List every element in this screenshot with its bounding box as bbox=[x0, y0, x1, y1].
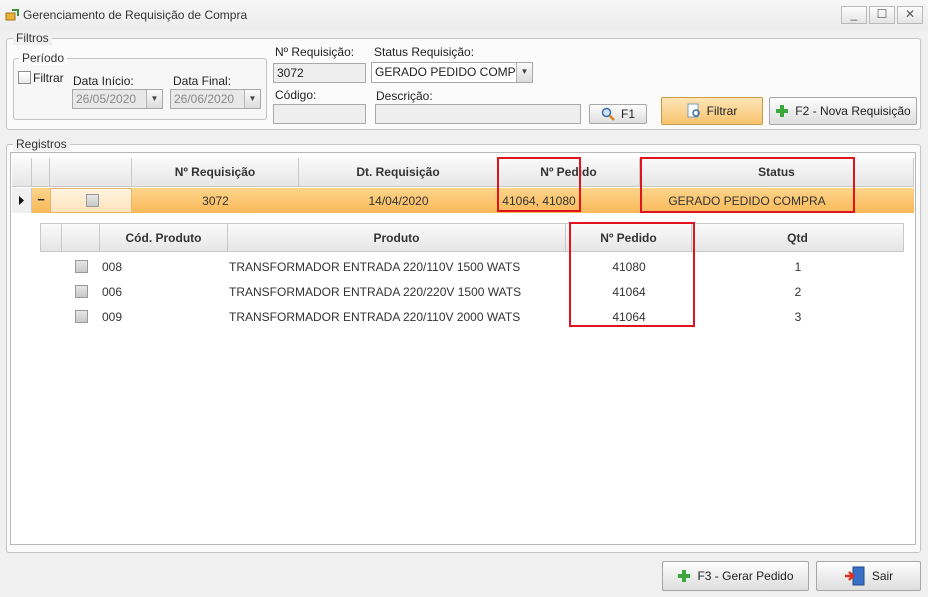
detail-cod-produto: 006 bbox=[102, 285, 123, 299]
plus-icon bbox=[776, 105, 789, 117]
detail-header-checkbox bbox=[62, 223, 100, 252]
detail-header-produto[interactable]: Produto bbox=[228, 223, 566, 252]
n-requisicao-value: 3072 bbox=[277, 66, 304, 80]
filtrar-button-label: Filtrar bbox=[706, 104, 738, 118]
periodo-group-label: Período bbox=[19, 51, 68, 65]
descricao-input[interactable] bbox=[375, 104, 581, 124]
f1-search-button[interactable]: F1 bbox=[589, 104, 647, 124]
filters-group-label: Filtros bbox=[13, 31, 52, 45]
sair-label: Sair bbox=[871, 569, 894, 583]
status-requisicao-value: GERADO PEDIDO COMPR bbox=[375, 65, 525, 79]
detail-produto: TRANSFORMADOR ENTRADA 220/110V 1500 WATS bbox=[229, 260, 521, 274]
gerar-pedido-label: F3 - Gerar Pedido bbox=[697, 569, 794, 583]
status-requisicao-select[interactable]: GERADO PEDIDO COMPR bbox=[371, 62, 533, 83]
filtrar-periodo-checkbox[interactable] bbox=[18, 71, 31, 84]
header-expand-cell bbox=[32, 158, 50, 187]
gerar-pedido-button[interactable]: F3 - Gerar Pedido bbox=[662, 561, 809, 591]
f1-label: F1 bbox=[620, 107, 635, 121]
detail-header-indicator bbox=[40, 223, 62, 252]
detail-row[interactable]: 009 TRANSFORMADOR ENTRADA 220/110V 2000 … bbox=[40, 304, 904, 329]
sair-button[interactable]: Sair bbox=[816, 561, 921, 591]
header-n-requisicao[interactable]: Nº Requisição bbox=[132, 158, 299, 187]
data-final-value: 26/06/2020 bbox=[174, 92, 235, 106]
codigo-input[interactable] bbox=[273, 104, 366, 124]
detail-header-cod-produto[interactable]: Cód. Produto bbox=[100, 223, 228, 252]
close-button[interactable]: ✕ bbox=[897, 6, 923, 24]
descricao-label: Descrição: bbox=[376, 89, 433, 103]
detail-qtd: 3 bbox=[794, 310, 802, 324]
detail-row-checkbox[interactable] bbox=[75, 285, 88, 298]
detail-header-qtd[interactable]: Qtd bbox=[692, 223, 904, 252]
row-pointer-icon bbox=[19, 196, 24, 205]
n-requisicao-label: Nº Requisição: bbox=[275, 45, 355, 59]
row-dt-requisicao: 14/04/2020 bbox=[368, 194, 429, 208]
highlight-box-detail-pedido bbox=[569, 222, 695, 327]
data-inicio-label: Data Início: bbox=[73, 74, 134, 88]
highlight-box-status bbox=[640, 157, 855, 213]
exit-door-icon bbox=[844, 566, 865, 586]
header-dt-requisicao[interactable]: Dt. Requisição bbox=[299, 158, 498, 187]
n-requisicao-input[interactable]: 3072 bbox=[273, 63, 366, 83]
detail-qtd: 2 bbox=[794, 285, 802, 299]
detail-row[interactable]: 006 TRANSFORMADOR ENTRADA 220/220V 1500 … bbox=[40, 279, 904, 304]
row-indicator-cell bbox=[12, 188, 32, 213]
header-checkbox-cell bbox=[50, 158, 132, 187]
detail-produto: TRANSFORMADOR ENTRADA 220/220V 1500 WATS bbox=[229, 285, 522, 299]
filtrar-periodo-label: Filtrar bbox=[33, 71, 64, 85]
detail-produto: TRANSFORMADOR ENTRADA 220/110V 2000 WATS bbox=[229, 310, 521, 324]
registros-group-label: Registros bbox=[13, 137, 70, 151]
detail-row-checkbox[interactable] bbox=[75, 260, 88, 273]
collapse-row-icon[interactable]: − bbox=[33, 190, 49, 210]
plus-icon bbox=[678, 570, 691, 582]
row-n-requisicao: 3072 bbox=[202, 194, 229, 208]
status-requisicao-label: Status Requisição: bbox=[374, 45, 475, 59]
magnifier-icon bbox=[601, 107, 615, 121]
detail-qtd: 1 bbox=[794, 260, 802, 274]
highlight-box-pedido bbox=[497, 157, 581, 212]
detail-cod-produto: 008 bbox=[102, 260, 123, 274]
detail-row-checkbox[interactable] bbox=[75, 310, 88, 323]
nova-requisicao-button[interactable]: F2 - Nova Requisição bbox=[769, 97, 917, 125]
document-search-icon bbox=[687, 103, 700, 118]
row-checkbox[interactable] bbox=[86, 194, 99, 207]
window-title: Gerenciamento de Requisição de Compra bbox=[23, 8, 248, 22]
app-icon bbox=[5, 9, 19, 21]
filtrar-button[interactable]: Filtrar bbox=[661, 97, 763, 125]
codigo-label: Código: bbox=[275, 88, 317, 102]
data-final-dropdown-icon[interactable]: ▼ bbox=[244, 90, 260, 108]
maximize-button[interactable]: ☐ bbox=[869, 6, 895, 24]
detail-row[interactable]: 008 TRANSFORMADOR ENTRADA 220/110V 1500 … bbox=[40, 254, 904, 279]
nova-requisicao-label: F2 - Nova Requisição bbox=[795, 104, 911, 118]
data-final-label: Data Final: bbox=[173, 74, 232, 88]
header-indicator-cell bbox=[12, 158, 32, 187]
detail-cod-produto: 009 bbox=[102, 310, 123, 324]
status-dropdown-icon[interactable]: ▼ bbox=[516, 63, 532, 82]
minimize-button[interactable]: _ bbox=[841, 6, 867, 24]
data-inicio-value: 26/05/2020 bbox=[76, 92, 137, 106]
data-inicio-dropdown-icon[interactable]: ▼ bbox=[146, 90, 162, 108]
